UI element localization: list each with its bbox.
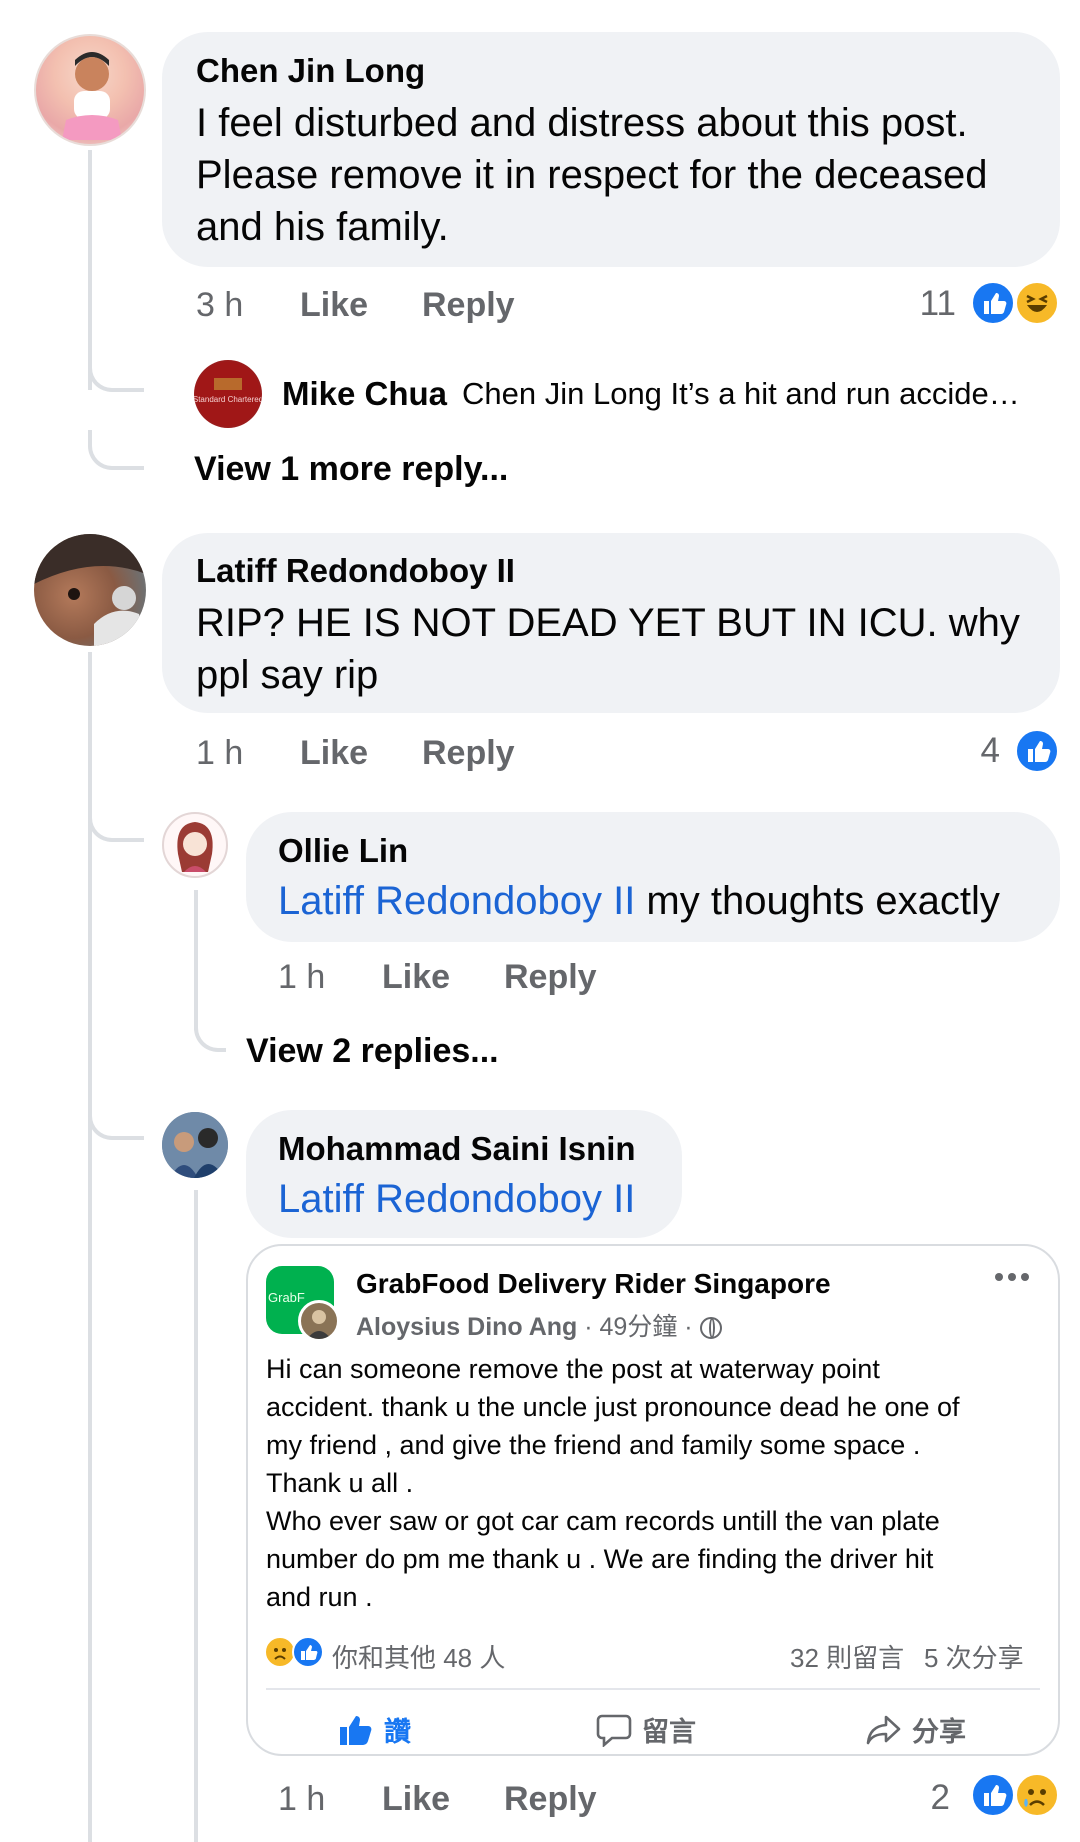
reply-timestamp[interactable]: 1 h (278, 958, 325, 997)
post-body-line: Thank u all . (266, 1468, 414, 1498)
like-reaction-icon (292, 1636, 324, 1668)
reply-text-content: my thoughts exactly (635, 879, 1000, 923)
post-share-button[interactable]: 分享 (866, 1710, 966, 1749)
poster-name[interactable]: Aloysius Dino Ang (356, 1313, 577, 1341)
reply-text: Latiff Redondoboy II my thoughts exactly (278, 876, 1000, 927)
comment-text-line: RIP? HE IS NOT DEAD YET BUT IN ICU. why (196, 601, 1020, 645)
thread-line (88, 150, 92, 390)
view-replies-link[interactable]: View 2 replies... (246, 1032, 499, 1071)
post-body-line: my friend , and give the friend and fami… (266, 1430, 921, 1460)
thread-connector (194, 1020, 226, 1052)
post-shares-count[interactable]: 5 次分享 (924, 1638, 1024, 1675)
comment-text-line: I feel disturbed and distress about this… (196, 101, 968, 145)
mention-link[interactable]: Latiff Redondoboy II (278, 1174, 635, 1225)
post-body-line: and run . (266, 1582, 373, 1612)
thread-connector (88, 1098, 144, 1140)
reply-author[interactable]: Mohammad Saini Isnin (278, 1130, 636, 1168)
avatar-mohammad-saini-isnin[interactable] (162, 1112, 228, 1178)
post-body-line: number do pm me thank u . We are finding… (266, 1544, 934, 1574)
thread-line (194, 890, 198, 1030)
view-more-replies-link[interactable]: View 1 more reply... (194, 450, 508, 489)
post-body-line: accident. thank u the uncle just pronoun… (266, 1392, 960, 1422)
like-reaction-icon (1014, 728, 1060, 774)
reaction-count[interactable]: 2 (910, 1778, 950, 1818)
comment-author[interactable]: Chen Jin Long (196, 52, 425, 90)
poster-avatar[interactable] (298, 1300, 340, 1342)
post-meta: Aloysius Dino Ang · 49分鐘 · (356, 1307, 722, 1343)
thread-connector (88, 780, 144, 842)
thumbs-up-icon (340, 1715, 372, 1745)
comment-text-line: Please remove it in respect for the dece… (196, 153, 988, 197)
like-reaction-icon (970, 280, 1016, 326)
post-reactors[interactable]: 你和其他 48 人 (332, 1638, 505, 1675)
reply-button[interactable]: Reply (422, 286, 515, 325)
card-divider (266, 1688, 1040, 1690)
comment-timestamp[interactable]: 1 h (196, 734, 243, 773)
post-comments-count[interactable]: 32 則留言 (790, 1638, 904, 1675)
avatar-ollie-lin[interactable] (162, 812, 228, 878)
like-button[interactable]: Like (300, 734, 368, 773)
svg-text:Standard Chartered: Standard Chartered (194, 395, 262, 404)
group-name[interactable]: GrabFood Delivery Rider Singapore (356, 1268, 831, 1300)
comment-author[interactable]: Latiff Redondoboy II (196, 552, 515, 590)
sad-reaction-icon (1014, 1772, 1060, 1818)
post-body-line: Who ever saw or got car cam records unti… (266, 1506, 940, 1536)
thread-connector (88, 430, 144, 470)
share-icon (866, 1715, 901, 1744)
thread-line (194, 1190, 198, 1842)
comment-text-line: ppl say rip (196, 653, 379, 697)
reply-author[interactable]: Mike Chua (282, 375, 447, 413)
reply-button[interactable]: Reply (504, 958, 597, 997)
comment-text-line: and his family. (196, 205, 449, 249)
like-button[interactable]: Like (300, 286, 368, 325)
thread-connector (88, 360, 144, 392)
reply-author[interactable]: Ollie Lin (278, 832, 408, 870)
reply-button[interactable]: Reply (422, 734, 515, 773)
like-button[interactable]: Like (382, 1780, 450, 1819)
comment-timestamp[interactable]: 3 h (196, 286, 243, 325)
post-comment-button[interactable]: 留言 (596, 1710, 696, 1749)
more-options-icon[interactable] (992, 1270, 1032, 1284)
reply-button[interactable]: Reply (504, 1780, 597, 1819)
avatar-chen-jin-long[interactable] (34, 34, 146, 146)
comment-icon (596, 1714, 632, 1747)
globe-icon (699, 1317, 722, 1339)
reply-preview-text[interactable]: Chen Jin Long It’s a hit and run accide… (462, 376, 1020, 412)
mention-link[interactable]: Latiff Redondoboy II (278, 879, 635, 923)
haha-reaction-icon (1014, 280, 1060, 326)
like-button[interactable]: Like (382, 958, 450, 997)
post-body-line: Hi can someone remove the post at waterw… (266, 1354, 880, 1384)
post-time[interactable]: 49分鐘 (600, 1313, 678, 1341)
reaction-count[interactable]: 4 (960, 731, 1000, 771)
reaction-count[interactable]: 11 (900, 284, 956, 324)
post-like-button[interactable]: 讚 (338, 1710, 411, 1749)
avatar-mike-chua[interactable]: Standard Chartered (194, 360, 262, 428)
reply-timestamp[interactable]: 1 h (278, 1780, 325, 1819)
like-reaction-icon (970, 1772, 1016, 1818)
avatar-latiff-redondoboy[interactable] (34, 534, 146, 646)
